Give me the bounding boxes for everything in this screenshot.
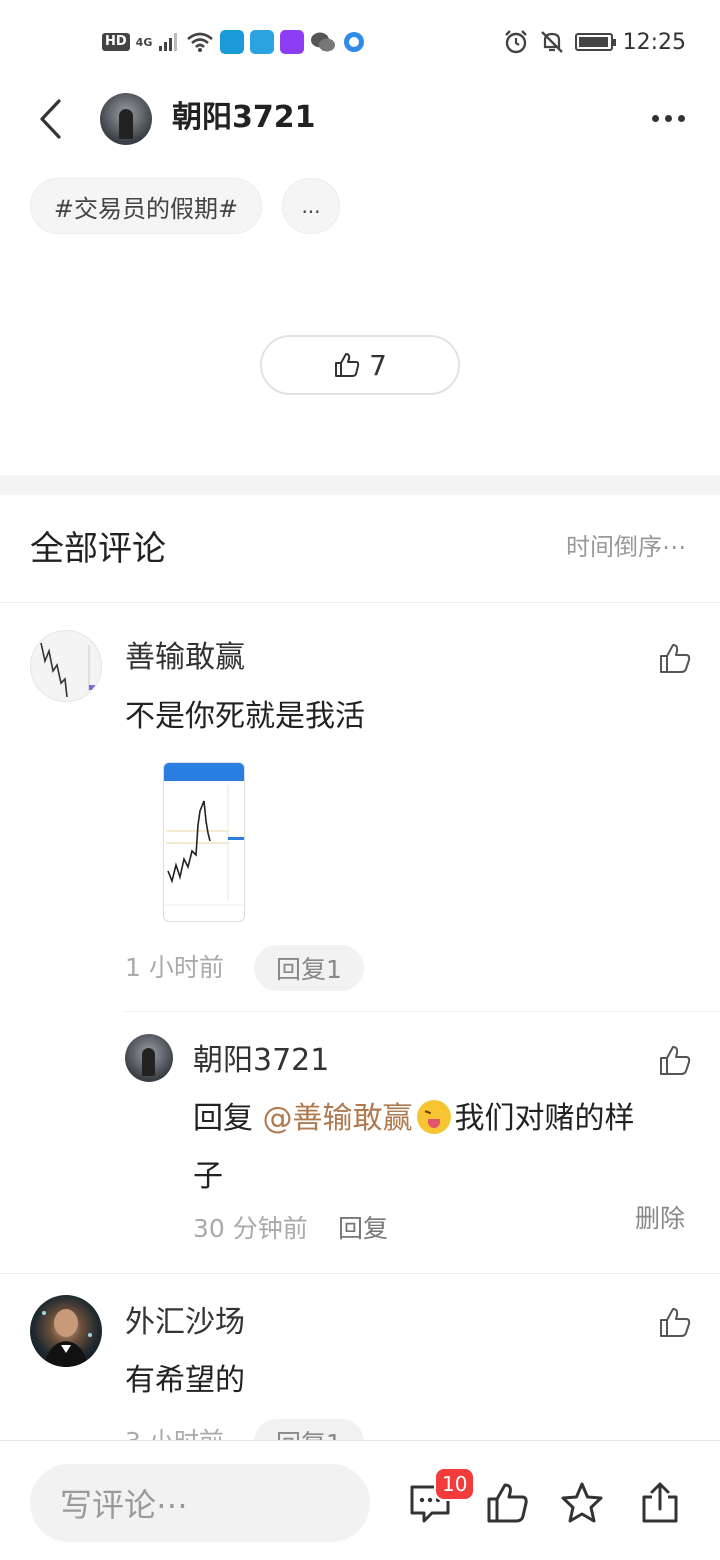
avatar-figure: [142, 1048, 155, 1076]
hd-indicator: HD: [102, 33, 130, 51]
comments-title: 全部评论: [30, 529, 166, 569]
comments-header: 全部评论 时间倒序⋯: [0, 495, 720, 603]
delete-button[interactable]: 删除: [635, 1201, 685, 1237]
alarm-icon: [504, 30, 527, 54]
candlestick-chart-image: [164, 785, 244, 906]
wechat-icon: [311, 32, 336, 52]
comment-like-icon[interactable]: [658, 642, 692, 676]
avatar-figure: [119, 109, 133, 139]
mention-link[interactable]: @善输敢赢: [263, 1101, 413, 1136]
section-divider: [0, 475, 720, 495]
clock: 12:25: [622, 29, 686, 55]
post-like-button[interactable]: 7: [260, 335, 460, 395]
reply-like-icon[interactable]: [658, 1044, 692, 1078]
status-right: 12:25: [503, 26, 686, 58]
reply-time: 30 分钟前: [193, 1214, 308, 1243]
thumbs-up-icon[interactable]: [485, 1481, 529, 1525]
sort-toggle[interactable]: 时间倒序⋯: [566, 531, 686, 563]
status-left: HD 4G: [102, 28, 366, 56]
battery-level: [578, 37, 608, 47]
status-bar: HD 4G 12:25: [0, 0, 720, 84]
commenter-name[interactable]: 外汇沙场: [125, 1303, 245, 1343]
back-button[interactable]: [30, 96, 70, 142]
image-app-bar: [164, 763, 244, 781]
portrait-avatar-image: [42, 1309, 92, 1367]
squinting-tongue-emoji-icon: [416, 1100, 451, 1134]
reply-author-name[interactable]: 朝阳3721: [193, 1041, 329, 1081]
commenter-avatar[interactable]: [30, 1295, 102, 1367]
commenter-avatar[interactable]: [30, 630, 102, 702]
reply-avatar[interactable]: [125, 1034, 173, 1082]
reply-prefix: 回复: [193, 1101, 263, 1136]
reply-text: 回复 @善输敢赢 我们对赌的样 子: [193, 1090, 683, 1206]
comment-text: 不是你死就是我活: [125, 699, 365, 734]
thumbs-up-icon: [335, 353, 360, 377]
mute-icon: [540, 31, 563, 53]
more-dot: [651, 114, 659, 122]
comment-count-badge: 10: [434, 1467, 476, 1501]
wifi-icon: [187, 32, 214, 52]
more-dot: [664, 114, 672, 122]
chevron-left-icon: [40, 99, 61, 139]
network-type: 4G: [135, 35, 153, 49]
more-button[interactable]: [646, 98, 690, 138]
author-name[interactable]: 朝阳3721: [172, 98, 316, 138]
star-icon[interactable]: [560, 1481, 604, 1525]
signal-icon: [159, 33, 178, 51]
browser-icon: [344, 32, 365, 52]
telegram-icon: [250, 30, 275, 54]
comment-input[interactable]: 写评论⋯: [30, 1464, 370, 1542]
bottom-action-bar: 写评论⋯: [0, 1440, 720, 1560]
comment-time: 1 小时前: [125, 953, 224, 982]
reply-text-line2: 子: [193, 1159, 223, 1194]
topic-tag[interactable]: #交易员的假期#: [30, 178, 262, 234]
comment-text: 有希望的: [125, 1363, 245, 1398]
reply-text-line1: 我们对赌的样: [454, 1101, 635, 1136]
more-tags-button[interactable]: ...: [282, 178, 340, 234]
post-like-count: 7: [369, 348, 387, 382]
battery-icon: [574, 33, 616, 51]
author-avatar[interactable]: [100, 93, 152, 145]
share-icon[interactable]: [638, 1481, 682, 1525]
reply-count-button[interactable]: 回复1: [254, 945, 364, 991]
app-icon: [220, 30, 245, 54]
reply-separator: [125, 1011, 720, 1012]
comment-separator: [0, 1273, 720, 1274]
comment-like-icon[interactable]: [658, 1306, 692, 1340]
video-app-icon: [280, 30, 305, 54]
top-header: 朝阳3721: [0, 84, 720, 154]
more-dot: [677, 114, 685, 122]
comment-image[interactable]: [163, 762, 245, 922]
commenter-name[interactable]: 善输敢赢: [125, 638, 245, 678]
reply-button[interactable]: 回复: [338, 1211, 388, 1247]
chart-thumbnail-icon: [40, 642, 101, 698]
